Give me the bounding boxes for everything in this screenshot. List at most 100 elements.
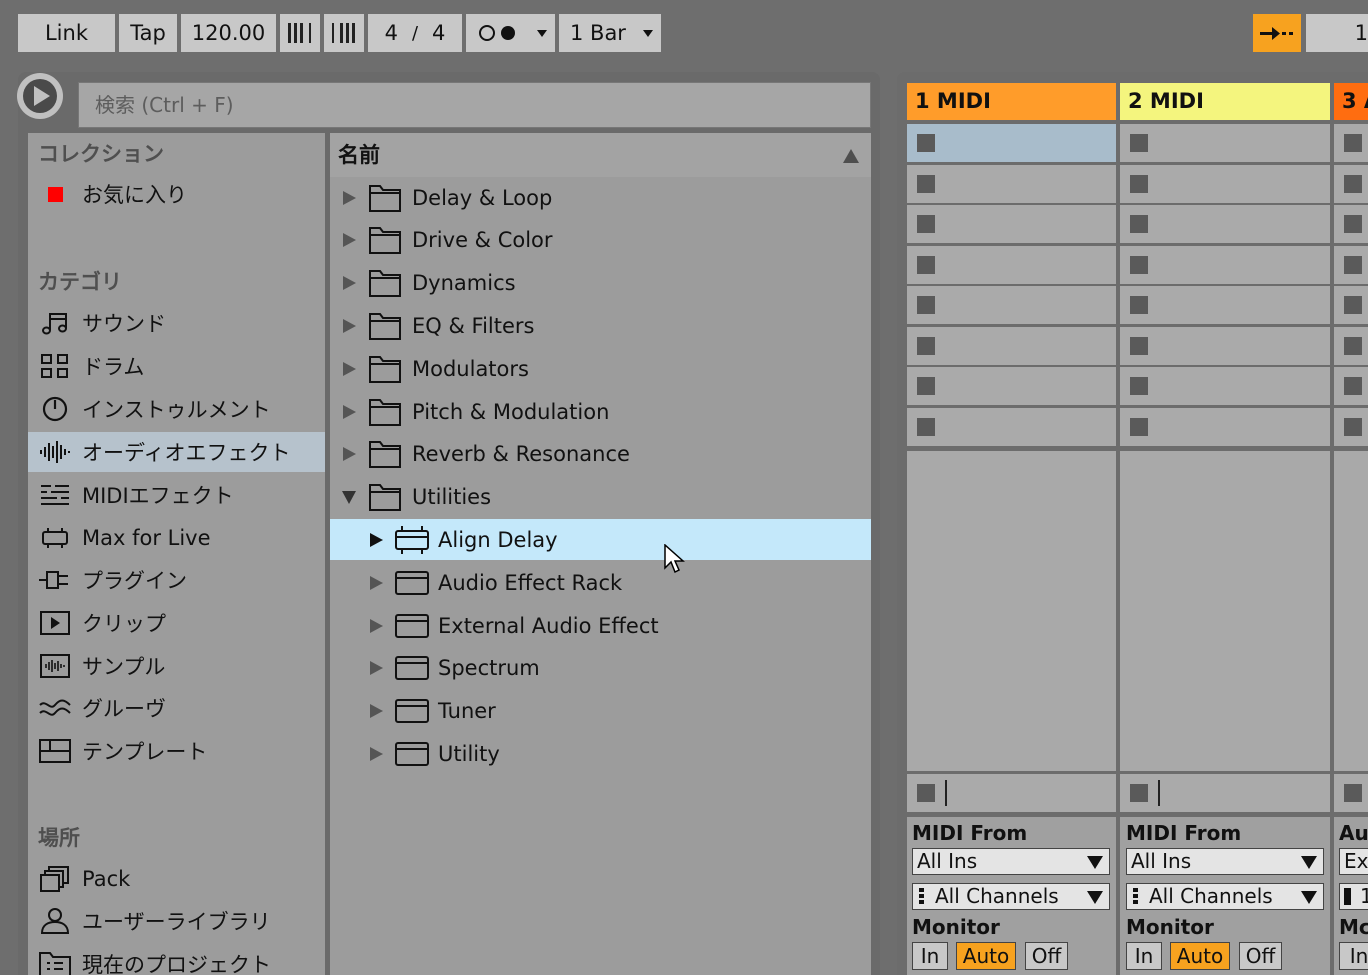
expand-right-icon[interactable] — [358, 704, 394, 719]
sidebar-item-samples[interactable]: サンプル — [28, 646, 325, 686]
nudge-up-button[interactable] — [324, 14, 364, 52]
clip-stop-icon[interactable] — [917, 377, 935, 395]
midi-channel-select[interactable]: All Channels — [912, 883, 1110, 910]
expand-right-icon[interactable] — [330, 190, 368, 205]
sidebar-item-templates[interactable]: テンプレート — [28, 731, 325, 771]
follow-button[interactable] — [1253, 14, 1301, 52]
clip-slot[interactable] — [1334, 326, 1368, 365]
drop-area[interactable] — [907, 451, 1116, 771]
drop-area[interactable] — [1334, 451, 1368, 771]
midi-channel-select[interactable]: All Channels — [1126, 883, 1324, 910]
expand-right-icon[interactable] — [330, 404, 368, 419]
preview-play-button[interactable] — [17, 73, 63, 119]
clip-stop-icon[interactable] — [917, 174, 935, 193]
sidebar-item-user-library[interactable]: ユーザーライブラリ — [28, 901, 325, 941]
sidebar-item-audio-effects[interactable]: オーディオエフェクト — [28, 432, 325, 472]
metronome-dropdown[interactable] — [466, 14, 555, 52]
clip-stop-icon[interactable] — [917, 134, 935, 152]
clip-stop-icon[interactable] — [917, 296, 935, 314]
expand-right-icon[interactable] — [358, 532, 394, 547]
clip-slot[interactable] — [1120, 164, 1330, 203]
expand-right-icon[interactable] — [358, 618, 394, 633]
folder-row[interactable]: Modulators — [330, 348, 871, 389]
sidebar-item-midi-effects[interactable]: MIDIエフェクト — [28, 475, 325, 515]
sidebar-item-max-for-live[interactable]: Max for Live — [28, 518, 325, 558]
audio-input-select[interactable]: Ex — [1339, 848, 1368, 875]
monitor-off-button[interactable]: Off — [1025, 942, 1068, 970]
monitor-off-button[interactable]: Off — [1239, 942, 1282, 970]
clip-slot[interactable] — [1334, 124, 1368, 162]
track-header-1[interactable]: 1 MIDI — [907, 83, 1116, 120]
monitor-auto-button[interactable]: Auto — [956, 942, 1016, 970]
clip-stop-icon[interactable] — [1130, 174, 1148, 193]
expand-right-icon[interactable] — [330, 276, 368, 291]
sort-ascending-icon[interactable] — [843, 149, 859, 163]
expand-right-icon[interactable] — [358, 746, 394, 761]
sidebar-item-drums[interactable]: ドラム — [28, 346, 325, 386]
clip-stop-icon[interactable] — [917, 336, 935, 355]
device-row[interactable]: Spectrum — [330, 648, 871, 689]
clip-slot[interactable] — [1334, 367, 1368, 405]
clip-slot[interactable] — [1120, 326, 1330, 365]
clip-stop-icon[interactable] — [1130, 377, 1148, 395]
clip-stop-icon[interactable] — [1344, 296, 1362, 314]
folder-row[interactable]: Delay & Loop — [330, 177, 871, 218]
clip-stop-icon[interactable] — [1130, 215, 1148, 233]
clip-stop-icon[interactable] — [1344, 336, 1362, 355]
clip-slot[interactable] — [907, 245, 1116, 284]
clip-slot[interactable] — [1334, 205, 1368, 243]
track-header-2[interactable]: 2 MIDI — [1120, 83, 1330, 120]
quantize-dropdown[interactable]: 1 Bar — [559, 14, 661, 52]
search-input[interactable]: 検索 (Ctrl + F) — [78, 82, 871, 128]
clip-stop-icon[interactable] — [1344, 255, 1362, 274]
sidebar-item-sounds[interactable]: サウンド — [28, 303, 325, 343]
clip-slot[interactable] — [907, 407, 1116, 446]
clip-slot[interactable] — [1334, 286, 1368, 324]
audio-channel-select[interactable]: 1 — [1339, 883, 1368, 910]
device-row[interactable]: Audio Effect Rack — [330, 562, 871, 603]
monitor-in-button[interactable]: In — [912, 942, 948, 970]
clip-slot[interactable] — [907, 286, 1116, 324]
clip-slot[interactable] — [907, 205, 1116, 243]
clip-slot[interactable] — [1120, 367, 1330, 405]
clip-stop-icon[interactable] — [1344, 134, 1362, 152]
device-row[interactable]: Align Delay — [330, 519, 871, 561]
clip-stop-icon[interactable] — [1130, 417, 1148, 436]
sidebar-item-plugins[interactable]: プラグイン — [28, 560, 325, 600]
nudge-down-button[interactable] — [280, 14, 320, 52]
sidebar-item-instruments[interactable]: インストゥルメント — [28, 389, 325, 429]
clip-slot[interactable] — [1334, 245, 1368, 284]
clip-stop-icon[interactable] — [1130, 134, 1148, 152]
monitor-in-button[interactable]: In — [1126, 942, 1162, 970]
expand-right-icon[interactable] — [358, 575, 394, 590]
expand-down-icon[interactable] — [330, 490, 368, 504]
arrangement-position-field[interactable]: 1 — [1306, 14, 1368, 52]
clip-stop-icon[interactable] — [1130, 255, 1148, 274]
clip-slot[interactable] — [1120, 124, 1330, 162]
track-stop-button[interactable] — [1120, 774, 1330, 812]
name-column-header[interactable]: 名前 — [330, 133, 871, 177]
drop-area[interactable] — [1120, 451, 1330, 771]
clip-slot[interactable] — [907, 367, 1116, 405]
folder-row[interactable]: Pitch & Modulation — [330, 391, 871, 432]
monitor-auto-button[interactable]: Auto — [1170, 942, 1230, 970]
clip-stop-icon[interactable] — [1344, 174, 1362, 193]
folder-row[interactable]: Reverb & Resonance — [330, 434, 871, 475]
clip-stop-icon[interactable] — [917, 215, 935, 233]
midi-input-select[interactable]: All Ins — [1126, 848, 1324, 875]
expand-right-icon[interactable] — [330, 233, 368, 248]
clip-stop-icon[interactable] — [1130, 336, 1148, 355]
clip-stop-icon[interactable] — [1344, 417, 1362, 436]
midi-input-select[interactable]: All Ins — [912, 848, 1110, 875]
sidebar-item-grooves[interactable]: グルーヴ — [28, 688, 325, 728]
expand-right-icon[interactable] — [330, 318, 368, 333]
clip-slot[interactable] — [907, 164, 1116, 203]
track-stop-button[interactable] — [907, 774, 1116, 812]
device-row[interactable]: Utility — [330, 733, 871, 774]
clip-stop-icon[interactable] — [1130, 296, 1148, 314]
clip-slot[interactable] — [907, 124, 1116, 162]
clip-stop-icon[interactable] — [1344, 215, 1362, 233]
sidebar-item-packs[interactable]: Pack — [28, 859, 325, 899]
clip-slot[interactable] — [1120, 245, 1330, 284]
folder-row[interactable]: EQ & Filters — [330, 305, 871, 346]
